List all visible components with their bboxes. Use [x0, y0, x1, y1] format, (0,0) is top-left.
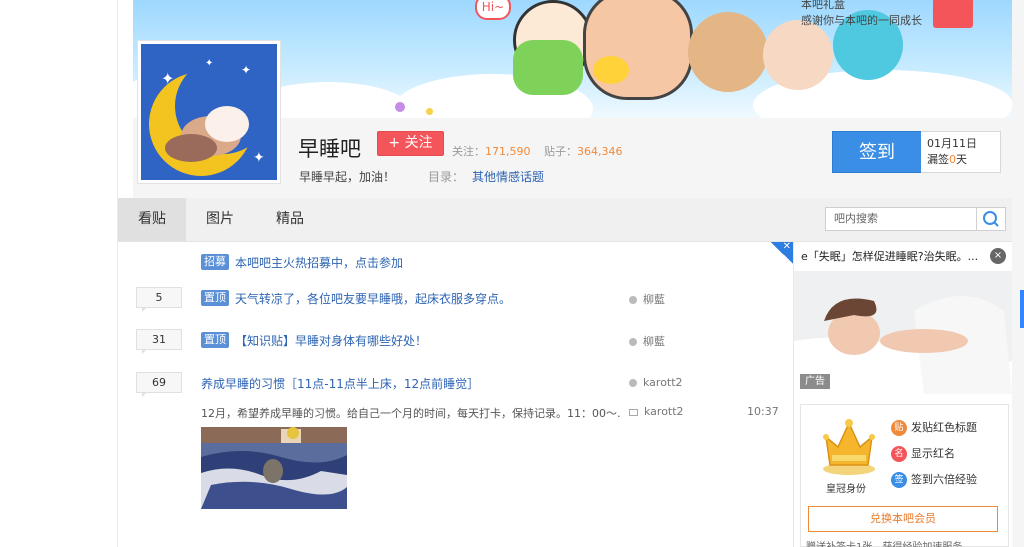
ad-title[interactable]: e「失眠」怎样促进睡眠?治失眠。...	[801, 248, 991, 264]
forum-search-input[interactable]: 吧内搜索	[825, 207, 977, 231]
close-corner-button[interactable]: ✕	[771, 241, 793, 264]
missed-suffix: 天	[956, 153, 967, 166]
tab-images[interactable]: 图片	[198, 198, 242, 241]
author-name[interactable]: karott2	[643, 376, 683, 389]
follow-button[interactable]: + 关注	[377, 131, 444, 156]
thread-item: 招募 本吧吧主火热招募中，点击参加	[118, 242, 793, 282]
thread-photo-thumbnail[interactable]	[201, 427, 347, 509]
bubble-decor	[426, 108, 433, 115]
svg-text:✦: ✦	[253, 150, 265, 166]
follow-stat-label: 关注：	[452, 145, 485, 158]
missed-prefix: 漏签	[927, 153, 949, 166]
hi-speech-bubble: Hi~	[475, 0, 511, 20]
cartoon-duck	[593, 56, 629, 84]
sign-date: 01月11日	[927, 137, 977, 150]
svg-text:✦: ✦	[205, 58, 213, 69]
reply-count: 5	[136, 287, 182, 312]
forum-catalog: 目录： 其他情感话题	[428, 168, 544, 185]
last-reply-time: 10:37	[747, 405, 779, 418]
crown-icon	[820, 415, 878, 477]
member-promo-text: 赠送补签卡1张，获得经验加速服务	[806, 538, 962, 547]
left-gutter	[0, 0, 118, 547]
gift-box-title: 本吧礼盒	[801, 0, 845, 11]
forum-avatar[interactable]: ✦ ✦ ✦ ✦	[137, 40, 281, 184]
forum-slogan: 早睡早起，加油！	[299, 170, 396, 184]
sign-exp-icon: 签	[891, 472, 907, 488]
search-icon	[983, 211, 999, 227]
catalog-label: 目录：	[428, 170, 465, 184]
author-name[interactable]: 柳藍	[643, 293, 665, 306]
catalog-link[interactable]: 其他情感话题	[472, 170, 544, 184]
tab-posts[interactable]: 看贴	[118, 198, 186, 241]
forum-name[interactable]: 早睡吧	[298, 133, 361, 163]
bed-with-cat-photo	[201, 427, 347, 509]
cartoon-green-shirt	[513, 40, 583, 95]
perk-text: 签到六倍经验	[911, 473, 977, 486]
last-reply-author-name[interactable]: karott2	[644, 405, 684, 418]
tieba-forum-page: Hi~ 本吧礼盒 感谢你与本吧的一同成长 ✦ ✦ ✦ ✦ 早睡吧 + 关注 关注…	[0, 0, 1024, 547]
thread-item: 31 置顶 【知识贴】早睡对身体有哪些好处！ 柳藍	[118, 328, 793, 368]
search-button[interactable]	[976, 207, 1006, 231]
gift-box-icon[interactable]	[933, 0, 973, 28]
svg-text:✦: ✦	[241, 63, 251, 77]
crown-label: 皇冠身份	[826, 484, 866, 495]
perk-text: 显示红名	[911, 447, 955, 460]
pinned-tag: 置顶	[201, 290, 229, 306]
thread-author[interactable]: karott2	[629, 376, 683, 389]
forum-avatar-image: ✦ ✦ ✦ ✦	[141, 44, 277, 180]
gift-box-subtitle[interactable]: 感谢你与本吧的一同成长	[801, 12, 922, 28]
post-count: 364,346	[577, 145, 623, 158]
crown-graphic	[823, 419, 875, 475]
moon-sleeping-icon: ✦ ✦ ✦ ✦	[141, 44, 277, 180]
recruit-tag: 招募	[201, 254, 229, 270]
follow-count: 171,590	[485, 145, 531, 158]
thread-author[interactable]: 柳藍	[629, 333, 665, 349]
thread-item: 5 置顶 天气转凉了，各位吧友要早睡哦，起床衣服多穿点。 柳藍	[118, 286, 793, 326]
perk-red-name: 名显示红名	[891, 445, 955, 462]
exchange-membership-button[interactable]: 兑换本吧会员	[808, 506, 998, 532]
thread-title[interactable]: 【知识贴】早睡对身体有哪些好处！	[235, 332, 427, 349]
thread-title[interactable]: 天气转凉了，各位吧友要早睡哦，起床衣服多穿点。	[235, 290, 511, 307]
ad-label: 广告	[800, 374, 830, 389]
cartoon-bear	[688, 12, 768, 92]
reply-count: 31	[136, 329, 182, 354]
cartoon-girl-character	[763, 20, 833, 90]
last-reply-author[interactable]: karott2	[629, 405, 684, 418]
thread-list: 招募 本吧吧主火热招募中，点击参加 5 置顶 天气转凉了，各位吧友要早睡哦，起床…	[118, 242, 793, 547]
tab-featured[interactable]: 精品	[268, 198, 312, 241]
thread-title[interactable]: 养成早睡的习惯［11点-11点半上床，12点前睡觉］	[201, 375, 479, 392]
missed-days-count: 0	[949, 153, 956, 166]
page-scrollbar[interactable]	[1012, 0, 1024, 547]
svg-text:✦: ✦	[161, 69, 174, 88]
red-name-icon: 名	[891, 446, 907, 462]
bubble-decor	[395, 102, 405, 112]
user-icon	[629, 338, 637, 346]
perk-sign-exp: 签签到六倍经验	[891, 471, 977, 488]
hi-bubble-text: Hi~	[481, 0, 505, 14]
author-name[interactable]: 柳藍	[643, 335, 665, 348]
forum-stats: 关注：171,590 贴子：364,346	[452, 143, 623, 159]
perk-red-title: 贴发贴红色标题	[891, 419, 977, 436]
sign-in-button[interactable]: 签到	[832, 131, 922, 173]
thread-title[interactable]: 本吧吧主火热招募中，点击参加	[235, 254, 403, 271]
pinned-tag: 置顶	[201, 332, 229, 348]
perk-text: 发贴红色标题	[911, 421, 977, 434]
post-stat-label: 贴子：	[544, 145, 577, 158]
reply-icon	[629, 408, 638, 416]
thread-author[interactable]: 柳藍	[629, 291, 665, 307]
user-icon	[629, 379, 637, 387]
reply-count: 69	[136, 372, 182, 397]
sign-in-info: 01月11日 漏签0天	[921, 131, 1001, 173]
cartoon-bald-character	[583, 0, 693, 100]
red-title-icon: 贴	[891, 420, 907, 436]
close-icon: ✕	[782, 241, 791, 252]
thread-excerpt: 12月，希望养成早睡的习惯。给自己一个月的时间，每天打卡，保持记录。11：00～…	[201, 407, 621, 420]
missed-sign-days: 漏签0天	[927, 152, 1000, 168]
ad-close-button[interactable]: ×	[990, 248, 1006, 264]
user-icon	[629, 296, 637, 304]
scrollbar-thumb[interactable]	[1020, 290, 1024, 328]
